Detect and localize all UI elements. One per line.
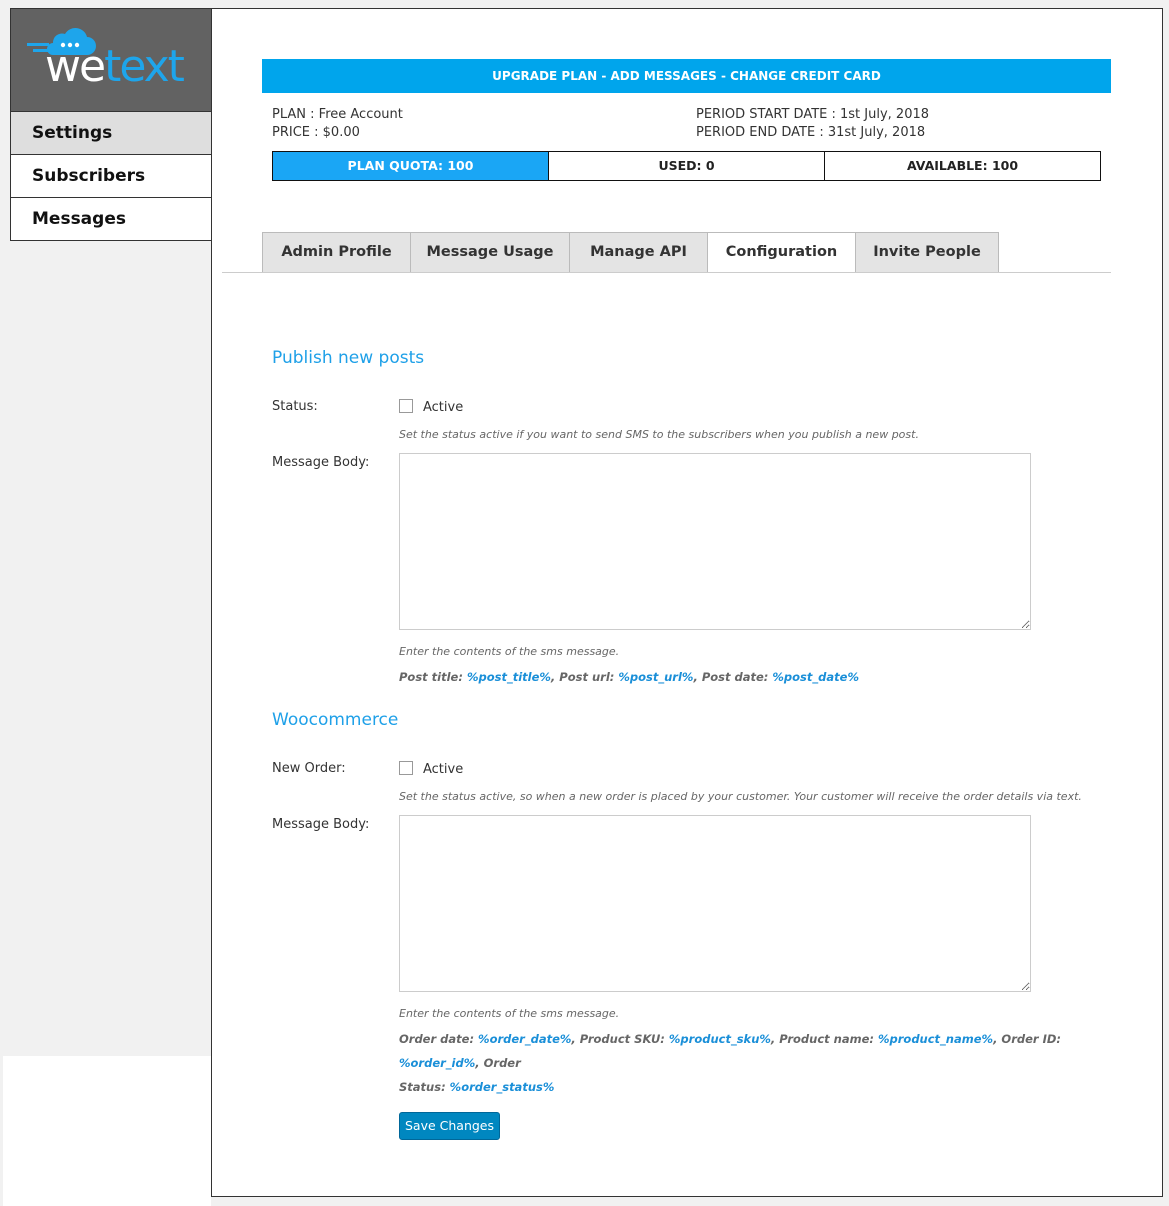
- order-variables: Order date: %order_date%, Product SKU: %…: [399, 1027, 1099, 1099]
- var-label: , Order: [475, 1056, 521, 1070]
- sidebar-item-settings[interactable]: Settings: [10, 111, 212, 155]
- period-end-label: PERIOD END DATE :: [696, 125, 824, 140]
- var-token: %post_url%: [618, 670, 694, 684]
- status-label: Status:: [272, 399, 318, 414]
- publish-variables: Post title: %post_title%, Post url: %pos…: [399, 665, 859, 689]
- tab-message-usage[interactable]: Message Usage: [410, 232, 570, 272]
- var-token: %post_date%: [772, 670, 859, 684]
- publish-status-description: Set the status active if you want to sen…: [399, 428, 919, 441]
- quota-used: USED: 0: [549, 151, 825, 181]
- var-label: , Product SKU:: [571, 1032, 669, 1046]
- plan-info: PLAN : Free Account PRICE : $0.00: [272, 106, 403, 142]
- main-panel: UPGRADE PLAN - ADD MESSAGES - CHANGE CRE…: [211, 8, 1163, 1197]
- logo-we: we: [45, 41, 106, 92]
- var-label: Order date:: [399, 1032, 479, 1046]
- var-token: %order_id%: [399, 1056, 476, 1070]
- quota-available: AVAILABLE: 100: [825, 151, 1101, 181]
- tab-invite-people[interactable]: Invite People: [855, 232, 999, 272]
- publish-active-label: Active: [423, 400, 464, 415]
- order-active-checkbox[interactable]: [399, 761, 413, 775]
- tab-configuration[interactable]: Configuration: [707, 232, 856, 273]
- sidebar-item-messages[interactable]: Messages: [10, 198, 212, 241]
- var-label: Post title:: [399, 670, 467, 684]
- plan-label: PLAN :: [272, 107, 315, 122]
- logo-wordmark: wetext: [45, 45, 185, 89]
- sidebar: wetext Settings Subscribers Messages: [10, 8, 212, 241]
- period-end-value: 31st July, 2018: [827, 125, 926, 140]
- var-label: , Order ID:: [993, 1032, 1062, 1046]
- upgrade-banner[interactable]: UPGRADE PLAN - ADD MESSAGES - CHANGE CRE…: [262, 59, 1111, 93]
- var-label: , Product name:: [770, 1032, 878, 1046]
- logo: wetext: [10, 8, 212, 111]
- tab-bar: Admin Profile Message Usage Manage API C…: [262, 232, 999, 273]
- var-label: , Post date:: [693, 670, 773, 684]
- period-start-value: 1st July, 2018: [840, 107, 930, 122]
- price-value: $0.00: [322, 125, 360, 140]
- order-status-description: Set the status active, so when a new ord…: [399, 790, 1082, 803]
- tab-manage-api[interactable]: Manage API: [569, 232, 708, 272]
- tab-divider: [222, 272, 1111, 273]
- var-token: %order_date%: [478, 1032, 572, 1046]
- publish-body-label: Message Body:: [272, 455, 370, 470]
- sidebar-background: [3, 1056, 211, 1206]
- order-body-description: Enter the contents of the sms message.: [399, 1007, 620, 1020]
- var-token: %product_name%: [878, 1032, 994, 1046]
- publish-body-description: Enter the contents of the sms message.: [399, 645, 620, 658]
- plan-value: Free Account: [318, 107, 403, 122]
- var-token: %post_title%: [466, 670, 551, 684]
- price-label: PRICE :: [272, 125, 319, 140]
- period-info: PERIOD START DATE : 1st July, 2018 PERIO…: [696, 106, 929, 142]
- order-message-body[interactable]: [399, 815, 1031, 992]
- logo-text: text: [104, 41, 185, 92]
- order-body-label: Message Body:: [272, 817, 370, 832]
- section-title-publish: Publish new posts: [272, 348, 425, 368]
- order-active-label: Active: [423, 762, 464, 777]
- section-title-woocommerce: Woocommerce: [272, 710, 399, 730]
- save-changes-button[interactable]: Save Changes: [399, 1112, 500, 1140]
- sidebar-item-subscribers[interactable]: Subscribers: [10, 155, 212, 198]
- var-label: Status:: [399, 1080, 450, 1094]
- var-token: %order_status%: [449, 1080, 555, 1094]
- plan-quota: PLAN QUOTA: 100: [272, 151, 549, 181]
- new-order-label: New Order:: [272, 761, 346, 776]
- var-label: , Post url:: [550, 670, 619, 684]
- publish-active-checkbox[interactable]: [399, 399, 413, 413]
- publish-message-body[interactable]: [399, 453, 1031, 630]
- quota-bar: PLAN QUOTA: 100 USED: 0 AVAILABLE: 100: [272, 151, 1101, 181]
- period-start-label: PERIOD START DATE :: [696, 107, 836, 122]
- tab-admin-profile[interactable]: Admin Profile: [262, 232, 411, 272]
- var-token: %product_sku%: [668, 1032, 771, 1046]
